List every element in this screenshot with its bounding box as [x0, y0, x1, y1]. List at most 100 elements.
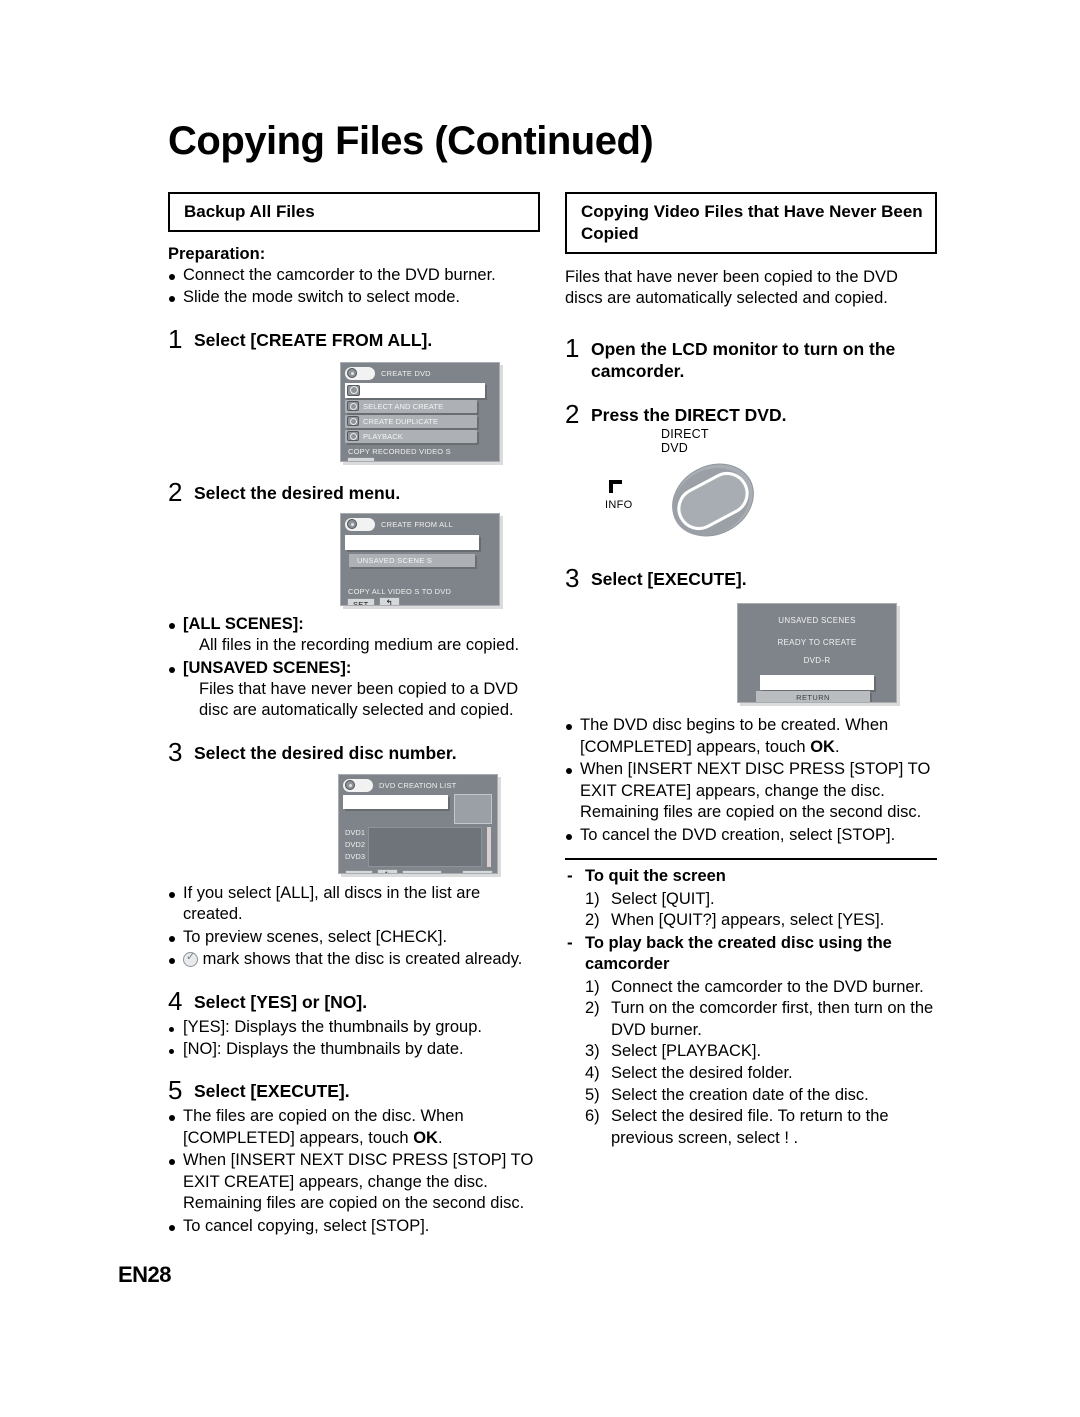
disc-small-icon: [347, 416, 359, 427]
lcd-disc-labels: DVD1 DVD2 DVD3: [345, 827, 368, 867]
note-item: The files are copied on the disc. When […: [168, 1106, 540, 1149]
step-text: Press the DIRECT DVD.: [591, 405, 787, 426]
lcd-set-button[interactable]: SET: [345, 869, 373, 873]
lcd-title: CREATE DVD: [381, 368, 431, 378]
lcd-header: DVD CREATION LIST: [339, 775, 497, 794]
step-number: 2: [168, 476, 183, 507]
step-text: Open the LCD monitor to turn on the camc…: [591, 339, 896, 382]
lcd-menu-row[interactable]: UNSAVED SCENE S: [349, 553, 475, 567]
playback-section: To play back the created disc using the …: [565, 933, 937, 976]
menu-option-desc: All files in the recording medium are co…: [199, 636, 520, 655]
quit-section-heading: To quit the screen: [585, 867, 726, 886]
menu-option-desc: Files that have never been copied to a D…: [199, 679, 519, 720]
direct-dvd-label-line1: DIRECT: [661, 427, 709, 442]
note-text-b: [COMPLETED] appears, touch: [183, 1128, 414, 1147]
page-number: EN28: [118, 1262, 172, 1287]
step-number: 1: [565, 333, 580, 364]
lcd-disc-label[interactable]: DVD3: [345, 851, 365, 863]
section-heading-copying-never-copied: Copying Video Files that Have Never Been…: [565, 192, 937, 254]
lcd-menu-row[interactable]: PLAYBACK: [345, 429, 477, 443]
note-item: To cancel the DVD creation, select [STOP…: [565, 825, 937, 846]
step-text: Select the desired disc number.: [194, 742, 457, 763]
lcd-header: CREATE DVD: [341, 363, 499, 382]
lcd-selected-item[interactable]: [345, 534, 479, 550]
numbered-item: 1) Select [QUIT].: [585, 889, 937, 911]
menu-options-list: [ALL SCENES]: All files in the recording…: [168, 614, 540, 722]
right-column: Copying Video Files that Have Never Been…: [565, 192, 937, 1150]
step-number: 4: [168, 985, 183, 1016]
lcd-return-button[interactable]: RETURN: [756, 691, 870, 703]
lcd-menu-row[interactable]: SELECT AND CREATE: [345, 399, 477, 413]
lcd-set-button[interactable]: SET: [347, 597, 375, 605]
item-text: Connect the camcorder to the DVD burner.: [611, 977, 924, 996]
manual-page: Copying Files (Continued) Backup All Fil…: [0, 0, 1080, 1417]
item-number: 1): [585, 977, 600, 996]
ok-label: OK: [413, 1128, 438, 1147]
numbered-item: 2) When [QUIT?] appears, select [YES].: [585, 910, 937, 932]
lcd-menu-row[interactable]: CREATE DUPLICATE: [345, 414, 477, 428]
numbered-item: 1) Connect the camcorder to the DVD burn…: [585, 977, 937, 999]
numbered-item: 4) Select the desired folder.: [585, 1063, 937, 1085]
numbered-item: 6) Select the desired file. To return to…: [585, 1106, 937, 1149]
item-number: 5): [585, 1085, 600, 1104]
item-number: 2): [585, 911, 600, 930]
note-text: mark shows that the disc is created alre…: [202, 950, 523, 969]
item-text: Select the creation date of the disc.: [611, 1085, 869, 1104]
note-item: The DVD disc begins to be created. When …: [565, 715, 937, 758]
page-title-wrap: Copying Files (Continued): [168, 120, 928, 162]
lcd-button-bar: SET: [341, 456, 499, 461]
disc-small-icon: [347, 431, 359, 442]
step-2: 2 Select the desired menu.: [168, 478, 540, 505]
preparation-list: Connect the camcorder to the DVD burner.…: [168, 265, 540, 309]
ok-label: OK: [810, 737, 835, 756]
lcd-button-bar: SET ↰: [341, 596, 499, 605]
lcd-disc-type: DVD-R: [803, 656, 831, 666]
page-title: Copying Files (Continued): [168, 119, 654, 163]
step-number: 3: [565, 563, 580, 594]
lcd-screen-create-from-all: CREATE FROM ALL UNSAVED SCENE S COPY ALL…: [340, 512, 500, 606]
lcd-check-button[interactable]: CHECK: [402, 869, 443, 873]
lcd-selected-item[interactable]: [345, 382, 485, 398]
step-text: Select [EXECUTE].: [591, 569, 747, 590]
disc-icon: [343, 778, 373, 792]
created-check-icon: [183, 950, 198, 968]
item-text: Select the desired file. To return to th…: [611, 1107, 889, 1147]
note-text-c: .: [437, 1128, 443, 1147]
preparation-item: Connect the camcorder to the DVD burner.: [168, 265, 540, 286]
disc-small-icon: [347, 384, 360, 396]
lcd-quit-button[interactable]: QUIT: [461, 869, 493, 873]
lcd-back-button[interactable]: ↰: [376, 868, 399, 873]
direct-dvd-button-graphic[interactable]: [653, 455, 773, 545]
section-heading-backup-all-files: Backup All Files: [168, 192, 540, 232]
step-number: 2: [565, 399, 580, 430]
divider: [565, 858, 937, 861]
step-number: 1: [168, 323, 183, 354]
step-5: 5 Select [EXECUTE].: [168, 1076, 540, 1103]
lcd-selected-item[interactable]: [760, 675, 874, 691]
lcd-disc-label[interactable]: DVD1: [345, 827, 365, 839]
playback-section-heading: To play back the created disc using the …: [585, 933, 892, 974]
note-item: mark shows that the disc is created alre…: [168, 949, 540, 970]
lcd-title: DVD CREATION LIST: [379, 780, 457, 790]
item-text: Select [PLAYBACK].: [611, 1042, 762, 1061]
info-label: INFO: [605, 499, 633, 512]
right-step-2: 2 Press the DIRECT DVD.: [565, 400, 937, 427]
item-number: 3): [585, 1042, 600, 1061]
direct-dvd-label-line2: DVD: [661, 441, 688, 456]
step-1: 1 Select [CREATE FROM ALL].: [168, 325, 540, 352]
lcd-disc-label[interactable]: DVD2: [345, 839, 365, 851]
lcd-screen-dvd-creation-list: DVD CREATION LIST DVD1 DVD2 DVD3 S: [338, 773, 498, 874]
item-number: 2): [585, 999, 600, 1018]
lcd-header: CREATE FROM ALL: [341, 514, 499, 533]
lcd-back-button[interactable]: ↰: [378, 596, 401, 605]
lcd-selected-item[interactable]: [343, 794, 448, 809]
preparation-label: Preparation:: [168, 244, 266, 263]
lcd-line1: UNSAVED SCENES: [778, 616, 856, 626]
item-text: Select [QUIT].: [611, 889, 715, 908]
lcd-scrollbar[interactable]: [487, 826, 491, 867]
preparation-item: Slide the mode switch to select mode.: [168, 287, 540, 308]
lcd-set-button[interactable]: SET: [347, 456, 375, 461]
step-text: Select [CREATE FROM ALL].: [194, 329, 433, 350]
right-step3-notes-list: The DVD disc begins to be created. When …: [565, 715, 937, 846]
step-text: Select [EXECUTE].: [194, 1081, 350, 1102]
